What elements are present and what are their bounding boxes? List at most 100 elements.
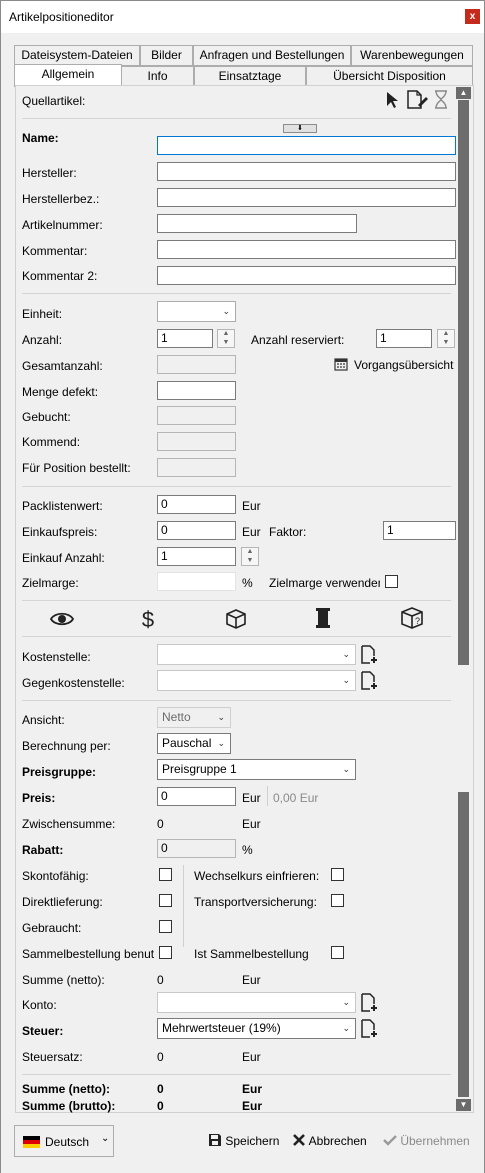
cancel-button[interactable]: Abbrechen — [292, 1133, 367, 1148]
cancel-label: Abbrechen — [308, 1134, 367, 1148]
calendar-icon[interactable] — [334, 357, 348, 371]
skontofaehig-checkbox[interactable] — [159, 868, 172, 881]
label-quellartikel: Quellartikel: — [22, 94, 86, 108]
gebraucht-checkbox[interactable] — [159, 920, 172, 933]
edit-document-icon[interactable] — [406, 90, 428, 110]
einkaufspreis-input[interactable]: 0 — [157, 521, 236, 540]
total-netto-value: 0 — [157, 1082, 164, 1096]
einkauf-anzahl-stepper[interactable]: ▲ ▼ — [241, 547, 259, 566]
steuersatz-value: 0 — [157, 1050, 164, 1064]
ansicht-select[interactable]: Netto ⌄ — [157, 707, 231, 728]
name-input[interactable] — [157, 136, 456, 155]
label-preis: Preis: — [22, 791, 56, 805]
hersteller-input[interactable] — [157, 162, 456, 181]
chevron-down-icon: ⌄ — [217, 712, 225, 722]
einkauf-anzahl-input[interactable]: 1 — [157, 547, 236, 566]
label-packlistenwert: Packlistenwert: — [22, 499, 103, 513]
scrollbar-track-lower[interactable] — [458, 792, 469, 1097]
tab-allgemein[interactable]: Allgemein — [14, 64, 122, 87]
language-select[interactable]: Deutsch ⌄ — [14, 1125, 114, 1157]
kostenstelle-select[interactable]: ⌄ — [157, 644, 356, 665]
fuer-position-bestellt-field — [157, 458, 236, 477]
chevron-down-icon: ⌄ — [342, 675, 350, 685]
rabatt-input[interactable]: 0 — [157, 839, 236, 858]
wechselkurs-checkbox[interactable] — [331, 868, 344, 881]
title-bar: Artikelpositioneditor x — [1, 1, 484, 33]
scrollbar-thumb[interactable] — [458, 100, 469, 665]
add-document-icon[interactable] — [361, 671, 378, 690]
eye-icon[interactable] — [50, 610, 74, 628]
steuer-select[interactable]: Mehrwertsteuer (19%) ⌄ — [157, 1018, 356, 1039]
checkmark-icon — [383, 1135, 397, 1146]
gegenkostenstelle-select[interactable]: ⌄ — [157, 670, 356, 691]
add-document-icon[interactable] — [361, 993, 378, 1012]
spool-icon[interactable] — [315, 607, 331, 629]
artikelnummer-input[interactable] — [157, 214, 357, 233]
label-rabatt: Rabatt: — [22, 843, 64, 857]
label-faktor: Faktor: — [269, 525, 307, 539]
kommend-field — [157, 432, 236, 451]
scroll-down-arrow-icon[interactable]: ▼ — [456, 1099, 471, 1111]
preisgruppe-value: Preisgruppe 1 — [162, 762, 237, 776]
einheit-select[interactable]: ⌄ — [157, 301, 236, 322]
berechnung-value: Pauschal — [162, 736, 212, 750]
save-button[interactable]: Speichern — [208, 1133, 279, 1148]
ist-sammelbestellung-checkbox[interactable] — [331, 946, 344, 959]
floppy-disk-icon — [209, 1134, 221, 1146]
collapse-button[interactable]: ⬇ — [283, 124, 317, 133]
tab-anfragen-bestellungen[interactable]: Anfragen und Bestellungen — [193, 45, 351, 66]
unknown-box-icon[interactable]: ? — [399, 606, 425, 630]
packlistenwert-input[interactable]: 0 — [157, 495, 236, 514]
add-document-icon[interactable] — [361, 645, 378, 664]
label-kommentar2: Kommentar 2: — [22, 269, 98, 283]
herstellerbez-input[interactable] — [157, 188, 456, 207]
close-button[interactable]: x — [465, 9, 480, 24]
kommentar2-input[interactable] — [157, 266, 456, 285]
svg-text:?: ? — [415, 616, 420, 626]
preis-input[interactable]: 0 — [157, 787, 236, 806]
label-summe-netto: Summe (netto): — [22, 973, 105, 987]
direktlieferung-checkbox[interactable] — [159, 894, 172, 907]
tab-bilder[interactable]: Bilder — [140, 45, 193, 66]
vertical-scrollbar[interactable]: ▲ ▼ — [456, 87, 471, 1112]
tab-info[interactable]: Info — [121, 66, 194, 87]
add-document-icon[interactable] — [361, 1019, 378, 1038]
tab-dateisystem-dateien[interactable]: Dateisystem-Dateien — [14, 45, 140, 66]
label-gebucht: Gebucht: — [22, 410, 71, 424]
berechnung-select[interactable]: Pauschal ⌄ — [157, 733, 231, 754]
separator — [22, 600, 451, 601]
separator — [22, 293, 451, 294]
anzahl-input[interactable]: 1 — [157, 329, 213, 348]
dollar-icon[interactable]: $ — [141, 607, 155, 631]
transportversicherung-checkbox[interactable] — [331, 894, 344, 907]
cursor-icon[interactable] — [385, 91, 399, 109]
tab-uebersicht-disposition[interactable]: Übersicht Disposition — [306, 66, 473, 87]
preisgruppe-select[interactable]: Preisgruppe 1 ⌄ — [157, 759, 356, 780]
tab-einsatztage[interactable]: Einsatztage — [194, 66, 306, 87]
window-title: Artikelpositioneditor — [9, 10, 114, 24]
language-label: Deutsch — [45, 1135, 90, 1149]
anzahl-reserviert-stepper[interactable]: ▲ ▼ — [437, 329, 455, 348]
anzahl-reserviert-input[interactable]: 1 — [376, 329, 432, 348]
hourglass-icon[interactable] — [434, 90, 448, 109]
chevron-down-icon: ⌄ — [342, 1023, 350, 1033]
box-icon[interactable] — [225, 608, 247, 630]
zwischensumme-value: 0 — [157, 817, 164, 831]
label-direktlieferung: Direktlieferung: — [22, 895, 103, 909]
kommentar-input[interactable] — [157, 240, 456, 259]
menge-defekt-input[interactable] — [157, 381, 236, 400]
label-kommend: Kommend: — [22, 435, 81, 449]
konto-select[interactable]: ⌄ — [157, 992, 356, 1013]
faktor-input[interactable]: 1 — [383, 521, 456, 540]
chevron-down-icon: ⌄ — [217, 738, 225, 748]
sammelbestellung-benutzen-checkbox[interactable] — [159, 946, 172, 959]
vorgangsuebersicht-link[interactable]: Vorgangsübersicht — [354, 358, 453, 372]
tab-warenbewegungen[interactable]: Warenbewegungen — [351, 45, 473, 66]
anzahl-stepper[interactable]: ▲ ▼ — [217, 329, 235, 348]
apply-button[interactable]: Übernehmen — [383, 1133, 470, 1148]
scroll-up-arrow-icon[interactable]: ▲ — [456, 87, 471, 99]
label-total-netto: Summe (netto): — [22, 1082, 110, 1096]
separator — [22, 118, 451, 119]
zielmarge-verwenden-checkbox[interactable] — [385, 575, 398, 588]
zielmarge-input[interactable] — [157, 572, 236, 591]
